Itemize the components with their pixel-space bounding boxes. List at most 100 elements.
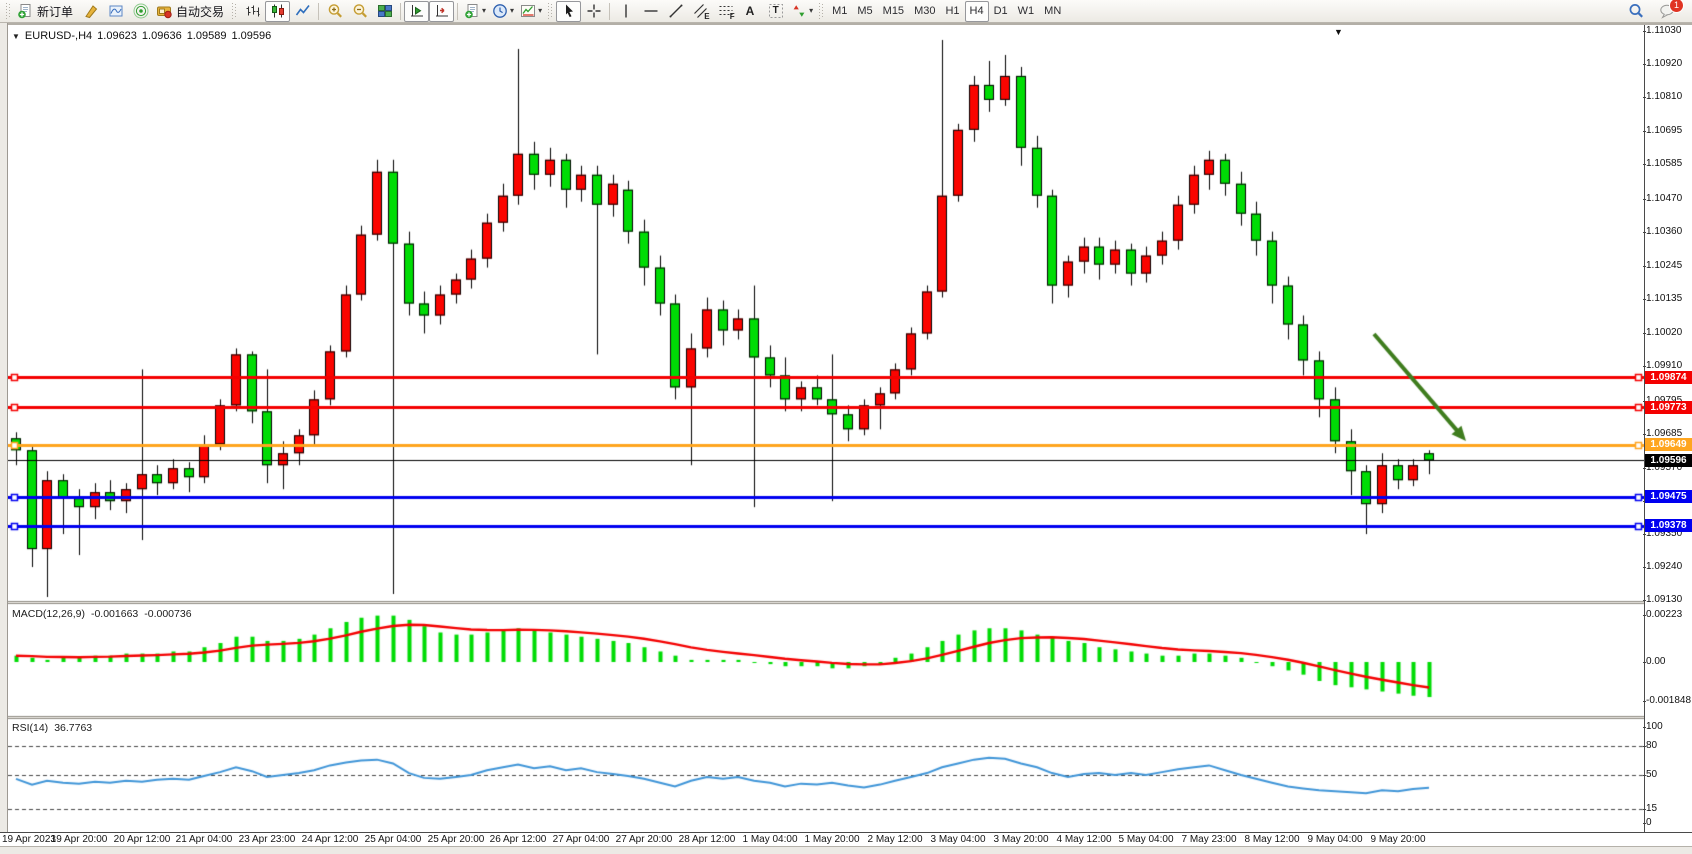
gold-marker-button[interactable]	[78, 1, 103, 22]
toolbar-separator	[400, 3, 401, 20]
bar-chart-button[interactable]	[240, 1, 265, 22]
candlestick-button[interactable]	[265, 1, 290, 22]
fibo-icon: F	[718, 3, 734, 19]
vertical-line-button[interactable]	[613, 1, 638, 22]
price-tick: 1.10020	[1646, 327, 1692, 339]
price-line-label: 1.09773	[1645, 401, 1692, 414]
horizontal-line-button[interactable]	[638, 1, 663, 22]
time-label: 3 May 04:00	[930, 834, 985, 845]
price-line-label: 1.09475	[1645, 490, 1692, 503]
linechart-icon	[295, 3, 311, 19]
time-label: 20 Apr 12:00	[114, 834, 171, 845]
toolbar: 新订单自动交易▾▾▾EFAT▾M1M5M15M30H1H4D1W1MN1	[0, 0, 1692, 23]
crosshair-button[interactable]	[581, 1, 606, 22]
price-tick: 1.10470	[1646, 193, 1692, 205]
tf-m30[interactable]: M30	[909, 1, 940, 22]
price-line-label: 1.09596	[1645, 454, 1692, 467]
price-line-label: 1.09378	[1645, 519, 1692, 532]
status-strip	[0, 846, 1692, 854]
dropdown-caret-icon: ▾	[809, 7, 813, 15]
zoom-in-button[interactable]	[322, 1, 347, 22]
indicators-button[interactable]: ▾	[517, 1, 545, 22]
signal-button[interactable]	[128, 1, 153, 22]
time-label: 28 Apr 12:00	[679, 834, 736, 845]
price-tick: 1.10695	[1646, 125, 1692, 137]
tf-w1[interactable]: W1	[1013, 1, 1040, 22]
price-tick: 1.10585	[1646, 158, 1692, 170]
equidistant-channel-button[interactable]: E	[688, 1, 713, 22]
toolbar-separator	[609, 3, 610, 20]
chartshift-icon	[434, 3, 450, 19]
time-label: 7 May 23:00	[1181, 834, 1236, 845]
chart-canvas[interactable]	[8, 27, 1644, 832]
autotrading-button[interactable]: 自动交易	[153, 1, 229, 22]
cursor-button[interactable]	[556, 1, 581, 22]
zoom-out-button[interactable]	[347, 1, 372, 22]
fibonacci-button[interactable]: F	[713, 1, 738, 22]
tf-h4[interactable]: H4	[965, 1, 989, 22]
channel-icon: E	[693, 3, 709, 19]
toolbar-grip	[232, 3, 237, 19]
search-button[interactable]	[1623, 1, 1648, 22]
new-chart-button[interactable]: ▾	[461, 1, 489, 22]
rsi-label: RSI(14) 36.7763	[12, 722, 92, 734]
macd-axis-label: 0.00	[1646, 656, 1692, 668]
search-icon	[1628, 3, 1644, 19]
tf-m5-label: M5	[857, 5, 872, 17]
tf-w1-label: W1	[1018, 5, 1035, 17]
tf-m15[interactable]: M15	[878, 1, 909, 22]
symbol-dropdown-icon[interactable]: ▼	[12, 32, 20, 41]
price-tick: 1.10135	[1646, 293, 1692, 305]
auto-scroll-button[interactable]	[404, 1, 429, 22]
tf-d1[interactable]: D1	[989, 1, 1013, 22]
trendline-icon	[668, 3, 684, 19]
tf-mn[interactable]: MN	[1039, 1, 1066, 22]
tf-m1[interactable]: M1	[827, 1, 852, 22]
tf-h4-label: H4	[970, 5, 984, 17]
tf-m5[interactable]: M5	[852, 1, 877, 22]
rsi-axis-label: 100	[1646, 721, 1692, 733]
tf-h1[interactable]: H1	[940, 1, 964, 22]
dropdown-caret-icon: ▾	[482, 7, 486, 15]
bars-icon	[245, 3, 261, 19]
arrows-button[interactable]: ▾	[788, 1, 816, 22]
textT-icon: T	[768, 3, 784, 19]
time-label: 5 May 04:00	[1118, 834, 1173, 845]
tiles-icon	[377, 3, 393, 19]
time-label: 1 May 04:00	[742, 834, 797, 845]
autotrading-button-label: 自动交易	[174, 3, 226, 20]
time-label: 23 Apr 23:00	[239, 834, 296, 845]
text-button[interactable]: A	[738, 1, 763, 22]
chart-title: ▼ EURUSD-,H4 1.096231.096361.095891.0959…	[12, 30, 271, 42]
clock-icon	[492, 3, 508, 19]
price-tick: 1.09130	[1646, 594, 1692, 606]
price-tick: 1.10920	[1646, 58, 1692, 70]
signal-icon	[133, 3, 149, 19]
new-order-button[interactable]: 新订单	[14, 1, 78, 22]
vline-icon	[618, 3, 634, 19]
rsi-axis-label: 0	[1646, 817, 1692, 829]
profiles-button[interactable]	[103, 1, 128, 22]
arrows-icon	[791, 3, 807, 19]
profile-icon	[108, 3, 124, 19]
label-button[interactable]: T	[763, 1, 788, 22]
time-label: 24 Apr 12:00	[302, 834, 359, 845]
time-label: 27 Apr 04:00	[553, 834, 610, 845]
autotrading-icon	[156, 3, 172, 19]
notification-badge: 1	[1669, 0, 1684, 13]
time-label: 26 Apr 12:00	[490, 834, 547, 845]
tile-windows-button[interactable]	[372, 1, 397, 22]
period-clock-button[interactable]: ▾	[489, 1, 517, 22]
price-tick: 1.10810	[1646, 91, 1692, 103]
tf-m1-label: M1	[832, 5, 847, 17]
notifications-button[interactable]: 1	[1654, 1, 1679, 22]
rsi-axis-label: 80	[1646, 740, 1692, 752]
zoom-in-icon	[327, 3, 343, 19]
doc-plus-icon	[464, 3, 480, 19]
chart-menu-icon[interactable]: ▼	[1334, 27, 1343, 37]
marker-icon	[83, 3, 99, 19]
chart-shift-button[interactable]	[429, 1, 454, 22]
macd-label: MACD(12,26,9) -0.001663 -0.000736	[12, 608, 192, 620]
line-chart-button[interactable]	[290, 1, 315, 22]
trendline-button[interactable]	[663, 1, 688, 22]
